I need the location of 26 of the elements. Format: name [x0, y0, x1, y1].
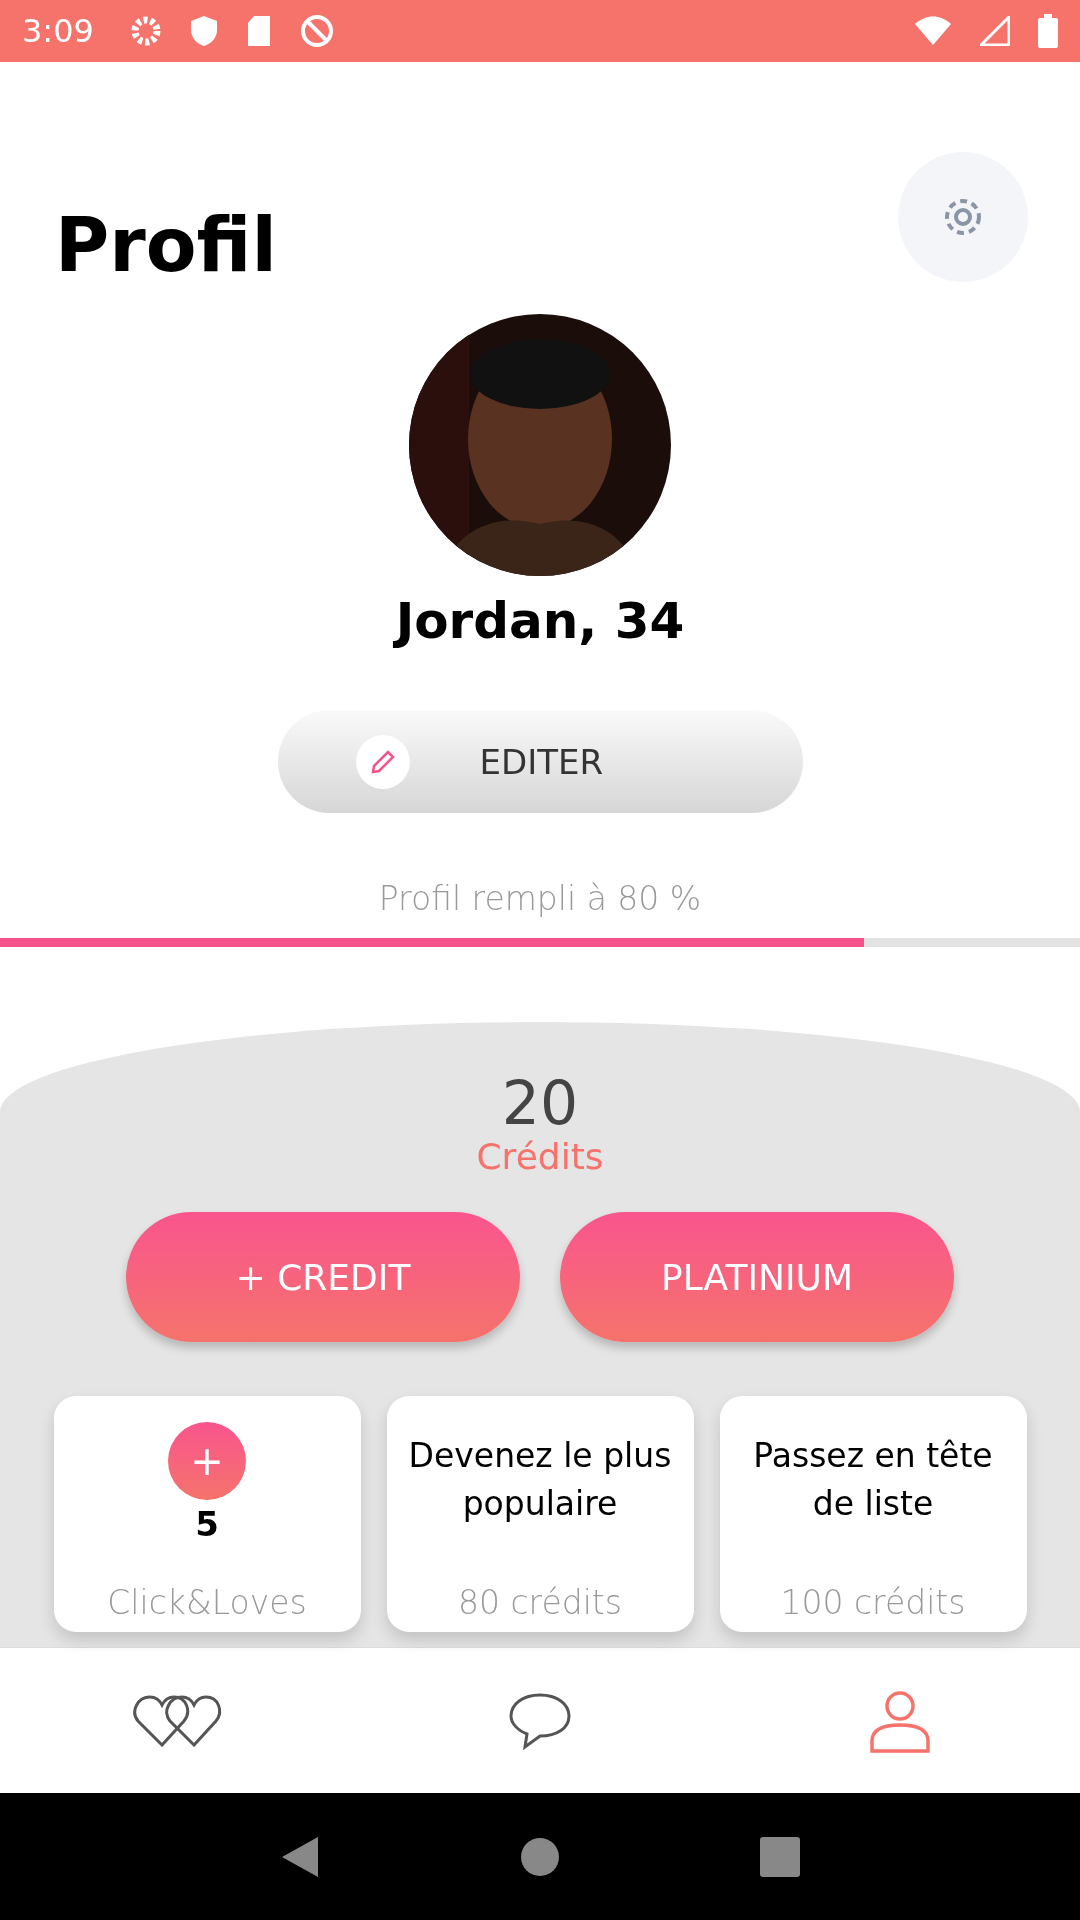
credit-count: 20 [501, 1070, 579, 1136]
counter-value: 5 [195, 1504, 219, 1544]
page-title: Profil [55, 208, 277, 282]
offer-card[interactable]: Devenez le plus populaire 80 crédits [386, 1396, 694, 1632]
wifi-icon [914, 16, 952, 46]
pencil-icon [369, 748, 396, 775]
offer-card[interactable]: Passez en tête de liste 100 crédits [719, 1396, 1027, 1632]
status-time: 3:09 [22, 12, 94, 50]
profile-name: Jordan, 34 [395, 592, 685, 650]
edit-button[interactable]: EDITER [277, 710, 803, 813]
back-icon[interactable] [280, 1834, 320, 1879]
profile-icon [869, 1688, 931, 1753]
completion-label: Profil rempli à 80 % [378, 879, 702, 918]
offer-title: Passez en tête de liste [752, 1435, 994, 1525]
offer-price: 80 crédits [458, 1583, 622, 1622]
battery-icon [1038, 14, 1058, 48]
no-sign-icon [299, 14, 334, 48]
recents-icon[interactable] [760, 1836, 800, 1877]
sd-card-icon [245, 15, 272, 47]
signal-icon [980, 16, 1010, 46]
offer-price: 100 crédits [780, 1583, 966, 1622]
card-caption: Click&Loves [107, 1583, 307, 1622]
offer-title: Devenez le plus populaire [407, 1435, 673, 1525]
home-icon[interactable] [520, 1836, 560, 1877]
shield-icon [189, 15, 218, 47]
credit-label: Crédits [476, 1136, 604, 1177]
